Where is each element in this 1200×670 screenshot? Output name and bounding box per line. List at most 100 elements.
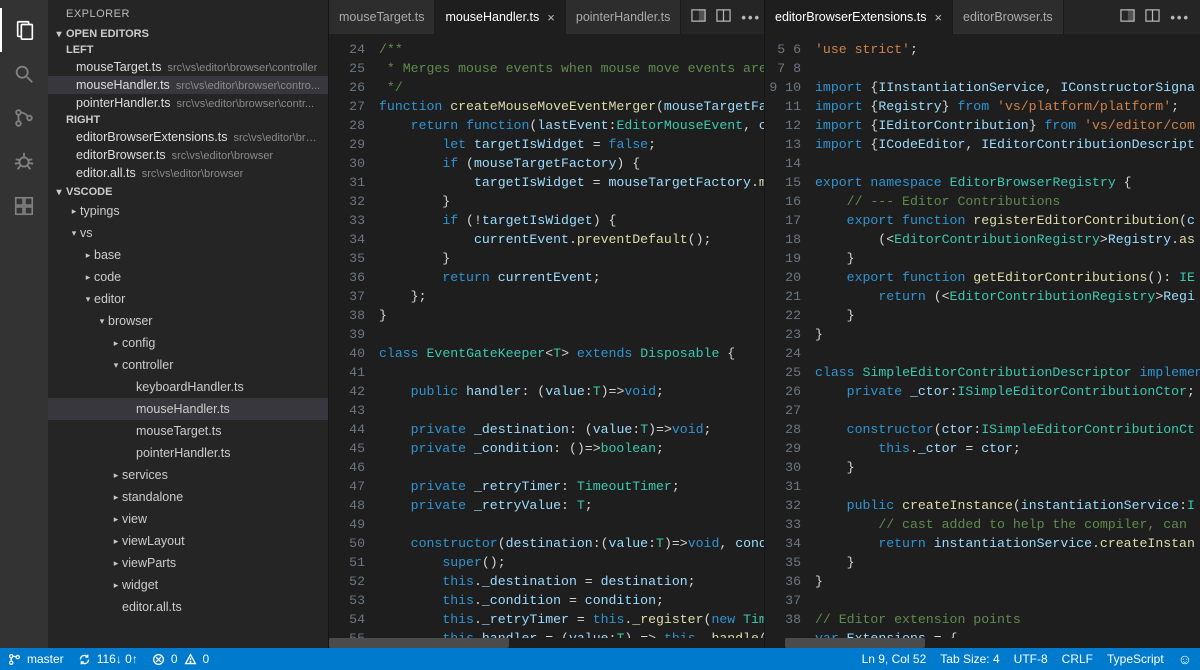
open-editors-left-label: LEFT xyxy=(48,42,328,58)
open-editor-item[interactable]: mouseHandler.ts src\vs\editor\browser\con… xyxy=(48,76,328,94)
tree-label: editor xyxy=(94,292,125,306)
close-icon[interactable]: × xyxy=(934,10,942,25)
tabbar-right: editorBrowserExtensions.ts×editorBrowser… xyxy=(765,0,1200,34)
status-branch[interactable]: master xyxy=(8,652,64,666)
split-editor-icon[interactable] xyxy=(716,8,731,26)
split-preview-icon[interactable] xyxy=(1120,8,1135,26)
tree-label: viewParts xyxy=(122,556,176,570)
tree-label: browser xyxy=(108,314,152,328)
open-editors-header[interactable]: ▾OPEN EDITORS xyxy=(48,26,328,42)
open-editor-path: src\vs\editor\brow... xyxy=(233,132,322,144)
tree-folder[interactable]: ▸widget xyxy=(48,574,328,596)
status-sync[interactable]: 116↓ 0↑ xyxy=(78,652,138,666)
tree-label: controller xyxy=(122,358,173,372)
activity-scm-icon[interactable] xyxy=(0,96,48,140)
open-editor-item[interactable]: editor.all.ts src\vs\editor\browser xyxy=(48,164,328,182)
tree-label: base xyxy=(94,248,121,262)
status-encoding[interactable]: UTF-8 xyxy=(1014,652,1048,666)
tree-folder[interactable]: ▸viewLayout xyxy=(48,530,328,552)
activity-debug-icon[interactable] xyxy=(0,140,48,184)
editor-group-left: mouseTarget.ts mouseHandler.ts × pointerHan… xyxy=(328,0,764,648)
hscrollbar-left[interactable] xyxy=(329,638,764,648)
file-tree: ▸typings▾vs▸base▸code▾editor▾browser▸con… xyxy=(48,200,328,648)
tree-label: widget xyxy=(122,578,158,592)
tree-folder[interactable]: ▸standalone xyxy=(48,486,328,508)
tab-label: mouseHandler.ts xyxy=(445,10,539,24)
hscrollbar-right[interactable] xyxy=(765,638,1200,648)
tabbar-left: mouseTarget.ts mouseHandler.ts × pointerHan… xyxy=(329,0,764,34)
tree-file[interactable]: keyboardHandler.ts xyxy=(48,376,328,398)
activity-bar xyxy=(0,0,48,648)
open-editor-item[interactable]: editorBrowserExtensions.ts src\vs\editor\… xyxy=(48,128,328,146)
tree-label: services xyxy=(122,468,168,482)
open-editor-path: src\vs\editor\browser\contro... xyxy=(176,80,320,92)
tree-label: code xyxy=(94,270,121,284)
status-lncol[interactable]: Ln 9, Col 52 xyxy=(862,652,927,666)
status-language[interactable]: TypeScript xyxy=(1107,652,1164,666)
tree-label: typings xyxy=(80,204,120,218)
open-editor-filename: mouseHandler.ts xyxy=(76,78,170,92)
status-feedback-icon[interactable]: ☺ xyxy=(1178,651,1192,667)
split-editor-icon[interactable] xyxy=(1145,8,1160,26)
editor-tab[interactable]: editorBrowser.ts xyxy=(953,0,1064,34)
status-bar: master 116↓ 0↑ 0 0 Ln 9, Col 52 Tab Size… xyxy=(0,648,1200,670)
tree-folder[interactable]: ▸services xyxy=(48,464,328,486)
code-editor-right[interactable]: 5 6 7 8 9 10 11 12 13 14 15 16 17 18 19 … xyxy=(765,34,1200,638)
editor-area: mouseTarget.ts mouseHandler.ts × pointerHan… xyxy=(328,0,1200,648)
tree-folder[interactable]: ▾browser xyxy=(48,310,328,332)
open-editor-item[interactable]: pointerHandler.tssrc\vs\editor\browser\c… xyxy=(48,94,328,112)
tree-folder[interactable]: ▾vs xyxy=(48,222,328,244)
open-editor-item[interactable]: mouseTarget.tssrc\vs\editor\browser\cont… xyxy=(48,58,328,76)
tree-file[interactable]: mouseHandler.ts xyxy=(48,398,328,420)
tree-label: config xyxy=(122,336,155,350)
more-icon[interactable]: ••• xyxy=(1170,10,1190,25)
editor-tab[interactable]: mouseHandler.ts × xyxy=(435,0,565,34)
tree-file[interactable]: editor.all.ts xyxy=(48,596,328,618)
editor-tab[interactable]: editorBrowserExtensions.ts × xyxy=(765,0,953,34)
status-eol[interactable]: CRLF xyxy=(1062,652,1093,666)
tab-label: pointerHandler.ts xyxy=(576,10,671,24)
tree-folder[interactable]: ▸config xyxy=(48,332,328,354)
open-editor-item[interactable]: editorBrowser.ts src\vs\editor\browser xyxy=(48,146,328,164)
tree-label: mouseTarget.ts xyxy=(136,424,221,438)
tab-label: mouseTarget.ts xyxy=(339,10,424,24)
tree-label: pointerHandler.ts xyxy=(136,446,231,460)
open-editor-filename: editor.all.ts xyxy=(76,166,136,180)
more-icon[interactable]: ••• xyxy=(741,10,761,25)
tab-label: editorBrowserExtensions.ts xyxy=(775,10,926,24)
tree-label: vs xyxy=(80,226,93,240)
editor-tab[interactable]: mouseTarget.ts xyxy=(329,0,435,34)
open-editor-path: src\vs\editor\browser xyxy=(172,150,273,162)
status-tabsize[interactable]: Tab Size: 4 xyxy=(940,652,999,666)
status-problems[interactable]: 0 0 xyxy=(152,652,209,666)
tree-folder[interactable]: ▾controller xyxy=(48,354,328,376)
activity-extensions-icon[interactable] xyxy=(0,184,48,228)
activity-search-icon[interactable] xyxy=(0,52,48,96)
close-icon[interactable]: × xyxy=(547,10,555,25)
tree-folder[interactable]: ▸typings xyxy=(48,200,328,222)
open-editor-path: src\vs\editor\browser\contr... xyxy=(177,98,315,110)
open-editor-path: src\vs\editor\browser xyxy=(142,168,243,180)
tree-file[interactable]: pointerHandler.ts xyxy=(48,442,328,464)
tree-folder[interactable]: ▾editor xyxy=(48,288,328,310)
tree-folder[interactable]: ▸view xyxy=(48,508,328,530)
tree-label: editor.all.ts xyxy=(122,600,182,614)
sidebar-title: EXPLORER xyxy=(48,0,328,26)
tree-folder[interactable]: ▸code xyxy=(48,266,328,288)
project-header[interactable]: ▾VSCODE xyxy=(48,184,328,200)
split-preview-icon[interactable] xyxy=(691,8,706,26)
tree-file[interactable]: mouseTarget.ts xyxy=(48,420,328,442)
code-editor-left[interactable]: 24 25 26 27 28 29 30 31 32 33 34 35 36 3… xyxy=(329,34,764,638)
editor-tab[interactable]: pointerHandler.ts xyxy=(566,0,682,34)
tree-label: viewLayout xyxy=(122,534,185,548)
open-editor-filename: editorBrowserExtensions.ts xyxy=(76,130,227,144)
open-editor-filename: editorBrowser.ts xyxy=(76,148,166,162)
activity-explorer-icon[interactable] xyxy=(0,8,48,52)
tab-label: editorBrowser.ts xyxy=(963,10,1053,24)
tree-folder[interactable]: ▸base xyxy=(48,244,328,266)
tree-folder[interactable]: ▸viewParts xyxy=(48,552,328,574)
tree-label: view xyxy=(122,512,147,526)
tree-label: keyboardHandler.ts xyxy=(136,380,244,394)
open-editor-path: src\vs\editor\browser\controller xyxy=(167,62,317,74)
editor-group-right: editorBrowserExtensions.ts×editorBrowser… xyxy=(764,0,1200,648)
